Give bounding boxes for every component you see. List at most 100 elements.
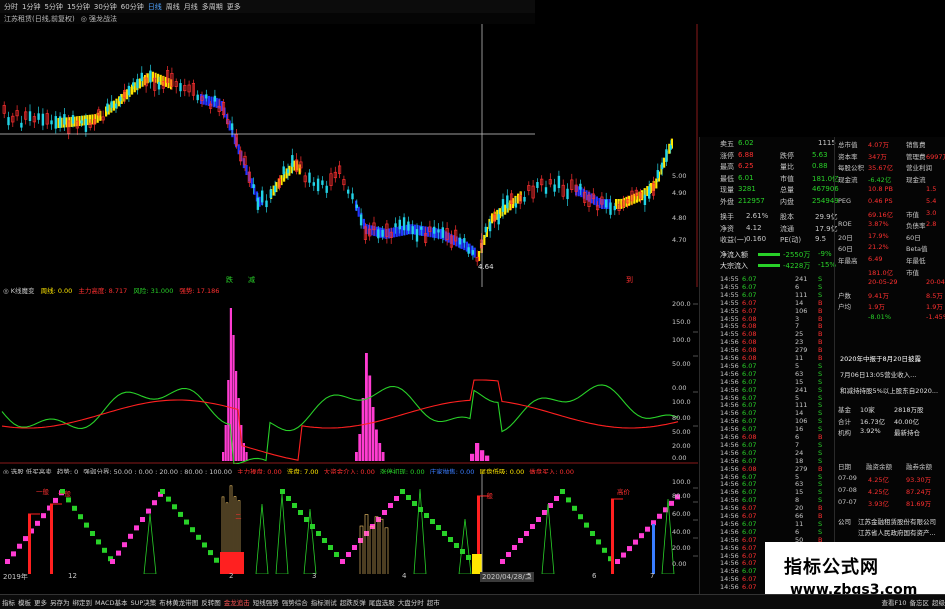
bottom-tab-13[interactable]: 超跌反弹: [340, 597, 366, 607]
bottom-tab-5[interactable]: MACD基本: [95, 597, 127, 607]
trend-band-bar: [393, 227, 396, 238]
candle-body: [488, 221, 492, 232]
candle-body: [411, 226, 414, 235]
candle-body: [230, 123, 234, 130]
fund-label: 60日: [838, 245, 853, 254]
candle-body: [84, 118, 88, 132]
candle-body: [609, 202, 612, 215]
bottom-tab-6[interactable]: SUP决策: [130, 597, 156, 607]
tick-time: 14:55: [720, 282, 739, 291]
tick-volume: 15: [795, 488, 804, 497]
candle-body: [648, 186, 651, 199]
quote-value: 6.02: [738, 139, 754, 147]
period-tab-3[interactable]: 15分钟: [67, 2, 90, 12]
wave-block: [512, 545, 517, 550]
trend-band-bar: [395, 226, 398, 237]
tick-price: 6.07: [742, 512, 757, 520]
quote-label: 跌停: [780, 151, 794, 160]
wave-block: [645, 526, 650, 532]
candle-body: [536, 182, 539, 188]
date-label-5: 2020/04/28/二: [480, 572, 534, 582]
bottom-tab-3[interactable]: 另存为: [50, 597, 70, 607]
volume-spike-bar: [224, 425, 227, 461]
wave-block: [84, 522, 89, 528]
bottom-tab-12[interactable]: 指标测试: [311, 597, 337, 607]
tick-price: 6.07: [742, 527, 757, 536]
wave-block: [146, 508, 151, 514]
wave-block: [442, 531, 447, 536]
indicator-name[interactable]: ◎ 强龙战法: [81, 14, 117, 24]
tick-side: S: [818, 361, 823, 370]
date-label-3: 3: [312, 572, 317, 580]
tick-side: S: [818, 290, 823, 299]
news-item: 和减持持股5%以上股东自2020...: [840, 387, 939, 395]
tick-side: B: [818, 346, 823, 355]
bottom-tab-4[interactable]: 绑定到: [73, 597, 93, 607]
bottom-right-2[interactable]: 超级: [932, 597, 945, 607]
bottom-tab-1[interactable]: 模板: [18, 597, 31, 607]
fund-value: 20-05-29: [868, 278, 898, 287]
tick-price: 6.07: [742, 306, 757, 315]
tick-price: 6.07: [742, 583, 757, 592]
period-tab-8[interactable]: 月线: [184, 2, 198, 12]
period-tab-0[interactable]: 分时: [4, 2, 18, 12]
flow-label: 净流入额: [720, 251, 748, 259]
axis-label: 80.00: [672, 414, 691, 422]
volume-spike-bar: [475, 443, 480, 461]
quote-label: 股本: [780, 213, 794, 221]
bottom-tab-15[interactable]: 大盘分时: [398, 597, 424, 607]
tick-time: 14:56: [720, 543, 739, 552]
candle-body: [50, 120, 53, 125]
kline-magic-indicator[interactable]: [0, 294, 698, 464]
fund-label: 负债率: [906, 222, 926, 231]
buy-low-sell-high-indicator[interactable]: 一般 一般二一般 高价: [0, 474, 698, 574]
tick-volume: 241: [795, 385, 808, 394]
candle-body: [351, 193, 354, 200]
bottom-right-1[interactable]: 备忘区: [910, 597, 930, 607]
tick-time: 14:56: [720, 393, 739, 402]
period-tab-5[interactable]: 60分钟: [121, 2, 144, 12]
wave-block: [280, 489, 285, 494]
bottom-tab-16[interactable]: 超市: [427, 597, 440, 607]
period-tab-7[interactable]: 周线: [166, 2, 180, 12]
bottom-tab-7[interactable]: 布林黄龙带图: [159, 597, 198, 607]
volume-spike-bar: [232, 335, 235, 461]
candle-body: [398, 219, 401, 230]
tick-volume: 11: [795, 354, 804, 362]
fund-value: 181.0亿: [868, 268, 894, 277]
period-tab-4[interactable]: 30分钟: [94, 2, 117, 12]
bottom-tab-9[interactable]: 金龙追击: [224, 597, 250, 607]
tick-side: B: [818, 306, 823, 315]
quote-label: PE(动): [780, 236, 802, 244]
signal-bar: [50, 504, 53, 574]
bottom-right-0[interactable]: 查看F10: [881, 597, 906, 607]
wave-block: [454, 543, 459, 548]
tick-time: 14:55: [720, 314, 739, 323]
period-tab-1[interactable]: 1分钟: [22, 2, 40, 12]
low-price-marker: 4.64: [478, 263, 494, 271]
tick-time: 14:56: [720, 464, 739, 473]
period-tab-9[interactable]: 多周期: [202, 2, 223, 12]
period-tab-10[interactable]: 更多: [227, 2, 241, 12]
tick-side: S: [818, 440, 823, 449]
bottom-tab-10[interactable]: 短线强势: [253, 597, 279, 607]
trend-band-bar: [663, 157, 666, 168]
tick-price: 6.07: [742, 401, 757, 410]
tick-time: 14:56: [720, 448, 739, 457]
table-cell: 07-07: [838, 498, 857, 506]
volume-spike-bar: [227, 380, 230, 461]
bottom-tab-14[interactable]: 尾盘选股: [369, 597, 395, 607]
wave-block: [11, 551, 16, 557]
candlestick-chart[interactable]: 跌减到: [0, 24, 698, 287]
period-tab-6[interactable]: 日线: [148, 2, 162, 12]
bottom-tab-2[interactable]: 更多: [34, 597, 47, 607]
signal-bar: [28, 514, 31, 574]
period-tab-2[interactable]: 5分钟: [44, 2, 62, 12]
tick-price: 6.07: [742, 488, 757, 497]
bottom-tab-8[interactable]: 反转图: [201, 597, 221, 607]
wave-block: [202, 542, 207, 548]
tick-price: 6.08: [742, 338, 757, 347]
bottom-tab-0[interactable]: 指标: [2, 597, 15, 607]
wave-block: [23, 536, 28, 542]
bottom-tab-11[interactable]: 强势综合: [282, 597, 308, 607]
